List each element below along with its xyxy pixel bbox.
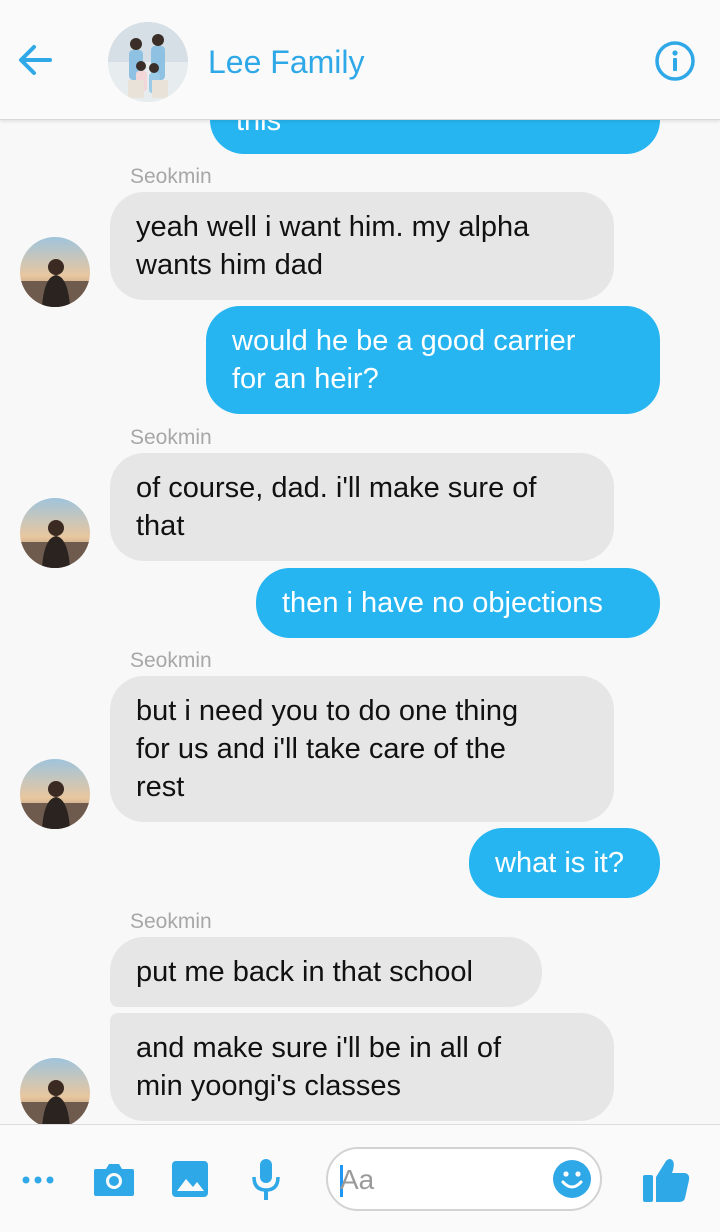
group-avatar[interactable] (108, 22, 188, 102)
avatar-photo (20, 1058, 90, 1124)
outgoing-message[interactable]: would he be a good carrier for an heir? (206, 306, 660, 414)
message-line: min yoongi's classes (136, 1070, 402, 1102)
sender-name: Seokmin (130, 165, 212, 188)
message-line: would he be a good carrier (232, 325, 576, 357)
message-line: but i need you to do one thing (136, 695, 519, 727)
message-list[interactable]: this Seokmin yeah well i want him. my al… (0, 0, 720, 1124)
sender-name: Seokmin (130, 910, 212, 933)
chat-title[interactable]: Lee Family (208, 44, 365, 80)
incoming-message[interactable]: put me back in that school (110, 937, 542, 1007)
voice-button[interactable] (250, 1157, 282, 1203)
outgoing-message[interactable]: then i have no objections (256, 568, 660, 638)
arrow-left-icon (19, 45, 52, 75)
incoming-message[interactable]: but i need you to do one thing for us an… (110, 676, 614, 822)
sender-avatar[interactable] (20, 759, 90, 829)
sender-avatar[interactable] (20, 498, 90, 568)
message-line: yeah well i want him. my alpha (136, 211, 530, 243)
image-icon (172, 1161, 208, 1197)
sender-name: Seokmin (130, 426, 212, 449)
message-line: then i have no objections (282, 587, 603, 619)
gallery-button[interactable] (170, 1159, 210, 1199)
sender-name: Seokmin (130, 649, 212, 672)
thumbs-up-icon (643, 1159, 690, 1202)
incoming-message[interactable]: and make sure i'll be in all of min yoon… (110, 1013, 614, 1121)
message-line: put me back in that school (136, 956, 473, 988)
outgoing-message[interactable]: what is it? (469, 828, 660, 898)
message-input-box[interactable] (326, 1147, 602, 1211)
chat-header: Lee Family (0, 0, 720, 120)
message-line: and make sure i'll be in all of (136, 1032, 502, 1064)
incoming-message[interactable]: yeah well i want him. my alpha wants him… (110, 192, 614, 300)
sender-avatar[interactable] (20, 237, 90, 307)
message-line: for an heir? (232, 363, 379, 395)
incoming-message[interactable]: of course, dad. i'll make sure of that (110, 453, 614, 561)
message-line: for us and i'll take care of the (136, 733, 506, 765)
info-button[interactable] (654, 40, 696, 82)
avatar-photo (20, 498, 90, 568)
message-line: rest (136, 771, 185, 803)
message-input[interactable] (340, 1161, 540, 1199)
smiley-icon (553, 1160, 591, 1198)
microphone-icon (252, 1159, 280, 1200)
message-line: that (136, 510, 185, 542)
emoji-button[interactable] (552, 1159, 592, 1199)
message-composer (0, 1124, 720, 1232)
back-button[interactable] (14, 38, 58, 82)
info-icon (655, 41, 695, 81)
message-line: what is it? (495, 847, 624, 879)
group-photo (108, 22, 188, 102)
message-line: of course, dad. i'll make sure of (136, 472, 537, 504)
camera-icon (94, 1164, 134, 1196)
more-button[interactable] (20, 1165, 56, 1195)
sender-avatar[interactable] (20, 1058, 90, 1124)
message-line: wants him dad (136, 249, 323, 281)
avatar-photo (20, 759, 90, 829)
like-button[interactable] (640, 1155, 692, 1205)
camera-button[interactable] (92, 1159, 136, 1199)
avatar-photo (20, 237, 90, 307)
more-dots-icon (22, 1176, 54, 1184)
